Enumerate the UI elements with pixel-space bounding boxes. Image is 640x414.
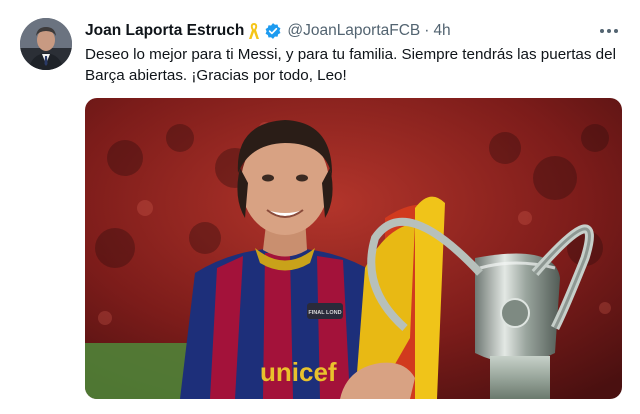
- tweet-timestamp[interactable]: 4h: [433, 20, 450, 42]
- tweet-header: Joan Laporta Estruch @JoanLaportaFCB · 4…: [85, 20, 451, 42]
- jersey-sponsor-text: unicef: [260, 357, 337, 387]
- trophy-celebration-photo: unicef FINAL LOND: [85, 98, 622, 399]
- avatar-photo: [20, 18, 72, 70]
- author-handle[interactable]: @JoanLaportaFCB: [287, 20, 420, 42]
- yellow-ribbon-icon: [248, 22, 260, 40]
- more-options-icon[interactable]: [596, 18, 622, 44]
- author-display-name[interactable]: Joan Laporta Estruch: [85, 20, 244, 42]
- separator-dot: ·: [424, 22, 430, 39]
- tweet-card[interactable]: Joan Laporta Estruch @JoanLaportaFCB · 4…: [0, 0, 640, 414]
- tweet-text: Deseo lo mejor para ti Messi, y para tu …: [85, 46, 616, 84]
- tweet-media-photo[interactable]: unicef FINAL LOND: [85, 98, 622, 399]
- author-avatar[interactable]: [20, 18, 72, 70]
- final-badge-text: FINAL LOND: [308, 310, 341, 316]
- verified-badge-icon: [264, 22, 282, 40]
